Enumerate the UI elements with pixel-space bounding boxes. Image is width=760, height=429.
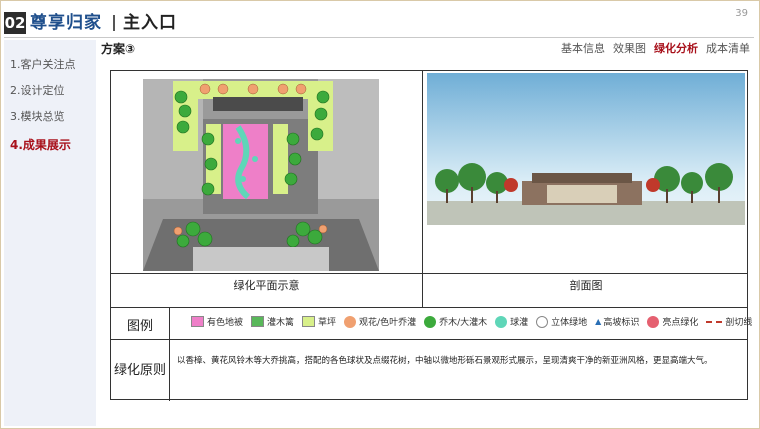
label-column-divider xyxy=(169,307,170,401)
legend-item: 草坪 xyxy=(302,315,336,328)
legend-item: 立体绿地 xyxy=(536,315,587,328)
legend-item: 观花/色叶乔灌 xyxy=(344,315,416,328)
section-number: 02 xyxy=(4,12,26,34)
legend-item: 有色地被 xyxy=(191,315,243,328)
sidebar: 1.客户关注点 2.设计定位 3.模块总览 4.成果展示 xyxy=(4,40,96,426)
legend-item: 亮点绿化 xyxy=(647,315,698,328)
header-divider xyxy=(4,37,754,38)
legend-item: ▲ 高坡标识 xyxy=(595,317,640,328)
greening-plan-image xyxy=(143,79,379,271)
row-line-1 xyxy=(111,273,747,274)
sidebar-item-design-positioning[interactable]: 2.设计定位 xyxy=(10,82,65,98)
green-square-icon xyxy=(251,316,265,327)
white-circle-icon xyxy=(536,315,549,328)
triangle-icon: ▲ xyxy=(595,317,602,326)
sidebar-item-results[interactable]: 4.成果展示 xyxy=(10,136,71,153)
pink-square-icon xyxy=(191,316,204,327)
dash-line-icon xyxy=(706,320,723,323)
tab-renderings[interactable]: 效果图 xyxy=(613,40,646,56)
page-title: 主入口 xyxy=(123,13,177,33)
section-title: 尊享归家 xyxy=(30,13,102,33)
legend-label: 图例 xyxy=(126,319,153,334)
green-circle-icon xyxy=(424,315,437,328)
legend-item: 球灌 xyxy=(495,315,528,328)
title-separator xyxy=(113,15,115,31)
scheme-title: 方案③ xyxy=(101,42,136,56)
red-circle-icon xyxy=(647,315,660,328)
sidebar-item-module-overview[interactable]: 3.模块总览 xyxy=(10,108,65,124)
section-elevation-image xyxy=(427,73,745,225)
row-line-3 xyxy=(111,339,747,340)
teal-circle-icon xyxy=(495,315,508,328)
page-number: 39 xyxy=(735,8,748,19)
tab-cost-list[interactable]: 成本清单 xyxy=(706,40,750,56)
lightgreen-square-icon xyxy=(302,316,316,327)
tab-basic-info[interactable]: 基本信息 xyxy=(561,40,605,56)
legend-item: 乔木/大灌木 xyxy=(424,315,487,328)
row-line-2 xyxy=(111,307,747,308)
legend: 有色地被 灌木篱 草坪 观花/色叶乔灌 乔木/大灌木 球灌 立体绿地 ▲ 高坡标识… xyxy=(191,315,760,328)
tab-bar: 基本信息 效果图 绿化分析 成本清单 xyxy=(561,40,750,56)
principle-label: 绿化原则 xyxy=(113,363,166,378)
principle-text: 以香樟、黄花风铃木等大乔挑高，搭配的各色球状及点缀花树，中轴以微地形砾石景观形式… xyxy=(177,356,713,366)
section-caption: 剖面图 xyxy=(569,279,603,292)
sidebar-item-customer-focus[interactable]: 1.客户关注点 xyxy=(10,56,76,72)
legend-item: 灌木篱 xyxy=(251,315,294,328)
image-divider xyxy=(422,71,423,307)
orange-circle-icon xyxy=(344,315,357,328)
plan-caption: 绿化平面示意 xyxy=(233,279,300,292)
content-table: 绿化平面示意 剖面图 图例 有色地被 灌木篱 草坪 观花/色叶乔灌 乔木/大灌木… xyxy=(110,70,752,401)
tab-greening-analysis[interactable]: 绿化分析 xyxy=(654,40,698,56)
legend-item: 剖切线 xyxy=(706,315,752,328)
